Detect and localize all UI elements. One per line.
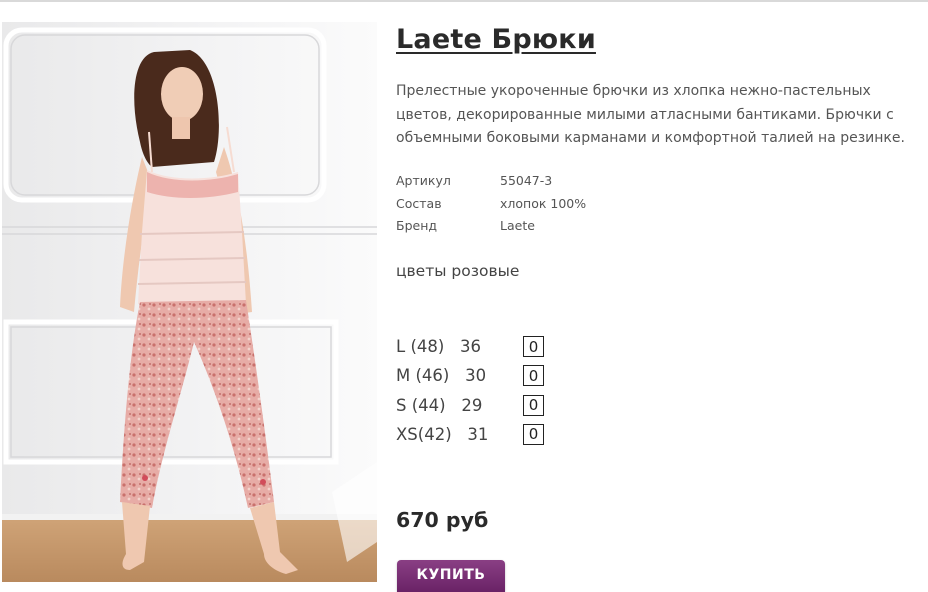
size-label: S (44) 29: [396, 395, 483, 415]
top-divider: [0, 0, 928, 2]
quantity-input-s[interactable]: [523, 394, 544, 416]
color-label: цветы розовые: [396, 262, 520, 280]
spec-key: Состав: [396, 195, 442, 211]
quantity-input-l[interactable]: [523, 336, 544, 357]
product-price: 670 руб: [396, 508, 489, 532]
size-label: M (46) 30: [396, 366, 487, 386]
spec-key: Артикул: [396, 173, 451, 188]
product-photo[interactable]: [2, 22, 377, 582]
spec-value: 55047-3: [500, 173, 553, 188]
spec-value: хлопок 100%: [500, 195, 587, 211]
size-label: XS(42) 31: [396, 424, 489, 444]
size-label: L (48) 36: [396, 337, 482, 356]
spec-row-article: Артикул 55047-3: [396, 173, 586, 196]
buy-button[interactable]: КУПИТЬ: [397, 560, 505, 592]
spec-value: Laete: [500, 218, 535, 233]
spec-row-composition: Состав хлопок 100%: [396, 196, 586, 219]
spec-key: Бренд: [396, 218, 438, 233]
product-title[interactable]: Laete Брюки: [396, 24, 596, 55]
spec-row-brand: Бренд Laete: [396, 218, 586, 241]
quantity-input-xs[interactable]: [523, 423, 544, 445]
product-description: Прелестные укороченные брючки из хлопка …: [396, 83, 905, 146]
product-specs: Артикул 55047-3 Состав хлопок 100% Бренд…: [396, 173, 586, 241]
quantity-input-m[interactable]: [523, 365, 544, 387]
